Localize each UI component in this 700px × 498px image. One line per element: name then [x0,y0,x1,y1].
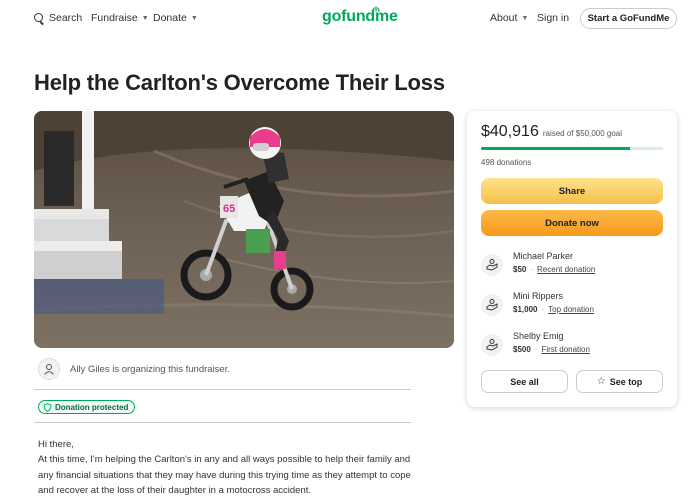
donor-item: Shelby Emig $500 · First donation [481,331,661,361]
donate-now-button[interactable]: Donate now [481,210,663,236]
about-label: About [490,12,518,24]
raised-amount: $40,916 [481,123,539,140]
search-icon [34,12,45,24]
about-menu[interactable]: About ▼ [490,12,528,24]
donate-menu-label: Donate [153,12,187,24]
donor-tag-link[interactable]: First donation [541,345,589,354]
shield-icon [43,402,52,412]
gofundme-logo[interactable]: gofundme [322,8,398,26]
progress-fill [481,147,630,150]
donor-meta: $1,000 · Top donation [513,305,594,314]
campaign-photo[interactable]: 65 [34,111,454,348]
svg-text:65: 65 [223,203,235,215]
donor-meta: $500 · First donation [513,345,590,354]
goal-text: raised of $50,000 goal [542,129,623,138]
see-all-button[interactable]: See all [481,370,568,393]
divider [34,422,411,423]
badge-label: Donation protected [55,402,129,412]
fundraise-menu[interactable]: Fundraise ▼ [91,12,149,24]
donate-menu[interactable]: Donate ▼ [153,12,198,24]
donor-meta: $50 · Recent donation [513,265,596,274]
see-top-label: See top [609,376,643,387]
donation-card: $40,916 raised of $50,000 goal 498 donat… [467,111,677,407]
organizer-text: Ally Giles is organizing this fundraiser… [70,363,230,375]
story-greeting: Hi there, [38,439,74,450]
donor-amount: $1,000 [513,305,538,314]
story-text: Hi there, At this time, I'm helping the … [38,437,418,498]
chevron-down-icon: ▼ [141,14,149,22]
chevron-down-icon: ▼ [521,14,529,22]
start-gofundme-button[interactable]: Start a GoFundMe [580,8,677,29]
search-label: Search [49,12,83,24]
avatar [38,358,60,380]
donation-hand-icon [481,334,503,356]
donor-tag-link[interactable]: Recent donation [537,265,595,274]
raised-summary: $40,916 raised of $50,000 goal [481,123,622,141]
motocross-photo: 65 [34,111,454,348]
see-top-button[interactable]: ☆ See top [576,370,663,393]
donor-name: Michael Parker [513,251,574,261]
donor-name: Mini Rippers [513,291,564,301]
story-body: At this time, I'm helping the Carlton's … [38,454,411,496]
signin-link[interactable]: Sign in [537,12,569,24]
signin-label: Sign in [537,12,570,24]
divider [34,389,411,390]
user-icon [44,364,54,375]
donor-name: Shelby Emig [513,331,564,341]
chevron-down-icon: ▼ [190,14,198,22]
see-all-label: See all [510,376,539,387]
donation-protected-badge[interactable]: Donation protected [38,400,136,414]
donor-amount: $50 [513,265,527,274]
search-link[interactable]: Search [34,12,82,24]
donation-hand-icon [481,294,503,316]
share-button[interactable]: Share [481,178,663,204]
donor-item: Mini Rippers $1,000 · Top donation [481,291,661,321]
donor-amount: $500 [513,345,531,354]
progress-bar [481,147,663,150]
donation-hand-icon [481,254,503,276]
donations-count: 498 donations [481,158,532,167]
organizer-row: Ally Giles is organizing this fundraiser… [38,358,230,380]
donor-tag-link[interactable]: Top donation [548,305,594,314]
star-icon: ☆ [596,376,606,387]
page-title: Help the Carlton's Overcome Their Loss [34,70,445,95]
donor-item: Michael Parker $50 · Recent donation [481,251,661,281]
fundraise-label: Fundraise [91,12,138,24]
logo-spark-icon [372,6,380,12]
top-nav: Search Fundraise ▼ Donate ▼ gofundme Abo… [0,0,700,38]
